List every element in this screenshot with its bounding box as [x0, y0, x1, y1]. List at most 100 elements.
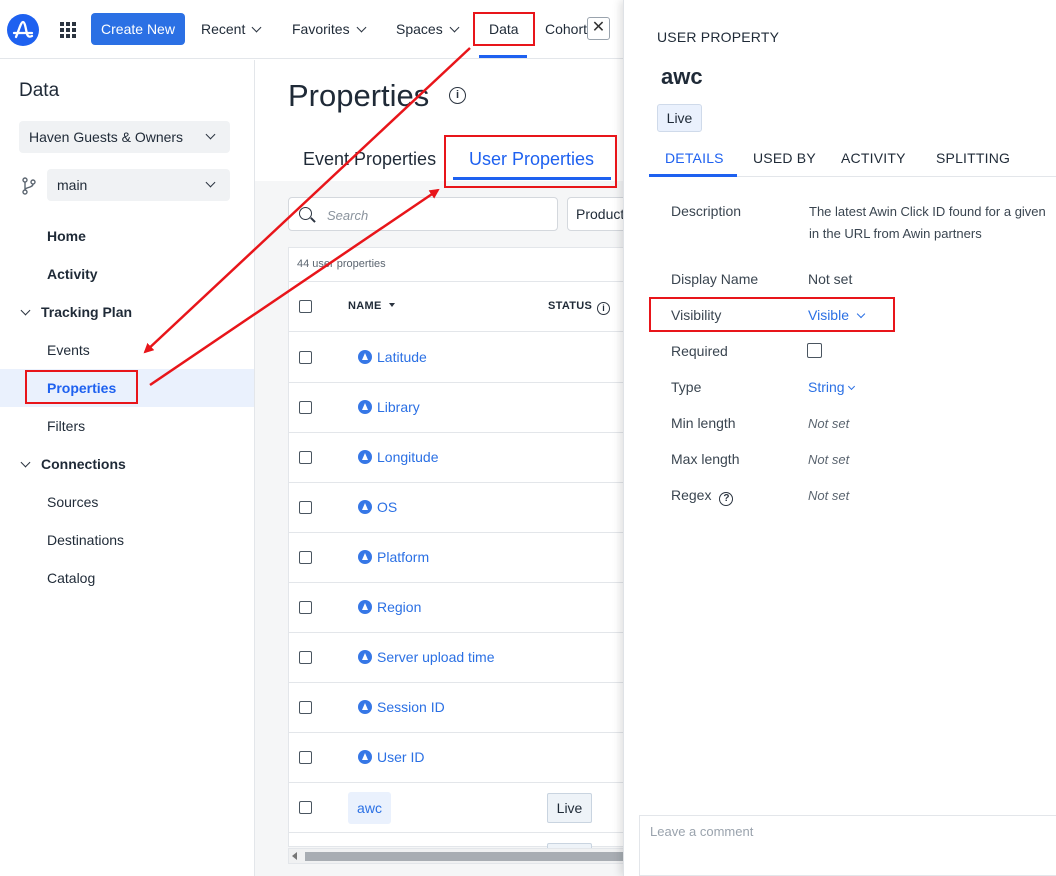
nav-recent[interactable]: Recent [201, 19, 262, 39]
sidebar-group-label: Connections [41, 456, 126, 472]
tab-user-properties[interactable]: User Properties [469, 149, 594, 170]
min-length-label: Min length [671, 415, 736, 431]
nav-data[interactable]: Data [489, 19, 519, 39]
table-row[interactable]: Library [289, 383, 625, 433]
min-length-value[interactable]: Not set [808, 416, 849, 431]
sidebar-active-highlight [0, 369, 254, 407]
property-name-link[interactable]: Latitude [377, 349, 427, 365]
sidebar-item-activity[interactable]: Activity [47, 264, 98, 284]
amplitude-property-icon [358, 600, 372, 614]
status-badge: Live [657, 104, 702, 132]
row-checkbox[interactable] [299, 451, 312, 464]
status-badge: Live [547, 793, 592, 823]
comment-input[interactable] [650, 824, 1040, 864]
row-checkbox[interactable] [299, 501, 312, 514]
row-checkbox[interactable] [299, 751, 312, 764]
table-row[interactable]: OS [289, 483, 625, 533]
tab-details[interactable]: DETAILS [665, 150, 724, 166]
visibility-dropdown[interactable]: Visible [808, 307, 866, 323]
row-checkbox[interactable] [299, 551, 312, 564]
max-length-value[interactable]: Not set [808, 452, 849, 467]
type-dropdown[interactable]: String [808, 379, 855, 395]
nav-favorites[interactable]: Favorites [292, 19, 367, 39]
column-header-name[interactable]: NAME [348, 300, 395, 312]
row-checkbox[interactable] [299, 651, 312, 664]
search-input[interactable] [327, 205, 527, 225]
property-name-link[interactable]: OS [377, 499, 397, 515]
sidebar-group-tracking-plan[interactable]: Tracking Plan [20, 302, 132, 322]
property-name-link[interactable]: Platform [377, 549, 429, 565]
chevron-down-icon [251, 22, 262, 33]
sidebar-item-sources[interactable]: Sources [47, 492, 98, 512]
close-panel-button[interactable]: ✕ [587, 17, 610, 40]
row-checkbox[interactable] [299, 701, 312, 714]
property-name-link[interactable]: Library [377, 399, 420, 415]
horizontal-scrollbar[interactable] [288, 848, 625, 864]
property-name-link[interactable]: Region [377, 599, 421, 615]
info-icon[interactable]: i [597, 302, 611, 315]
branch-icon [22, 177, 36, 195]
table-row[interactable]: Region [289, 583, 625, 633]
table-row[interactable]: User ID [289, 733, 625, 783]
select-all-checkbox[interactable] [299, 300, 312, 313]
property-detail-panel: USER PROPERTY awc Live DETAILS USED BY A… [623, 0, 1056, 876]
sidebar-group-connections[interactable]: Connections [20, 454, 126, 474]
display-name-value[interactable]: Not set [808, 271, 852, 287]
regex-value[interactable]: Not set [808, 488, 849, 503]
column-header-status-label: STATUS [548, 300, 593, 312]
tab-activity[interactable]: ACTIVITY [841, 150, 906, 166]
table-row[interactable]: Platform [289, 533, 625, 583]
column-header-status: STATUS i [548, 300, 611, 315]
sidebar-item-catalog[interactable]: Catalog [47, 568, 95, 588]
amplitude-property-icon [358, 700, 372, 714]
table-row[interactable]: awc Live [289, 783, 625, 833]
apps-grid-icon[interactable] [60, 22, 76, 38]
tab-event-properties[interactable]: Event Properties [303, 149, 436, 170]
amplitude-property-icon [358, 550, 372, 564]
display-name-label: Display Name [671, 271, 759, 287]
tab-active-indicator [649, 174, 737, 177]
table-row[interactable]: Session ID [289, 683, 625, 733]
nav-spaces[interactable]: Spaces [396, 19, 460, 39]
nav-cohorts[interactable]: Cohort [545, 19, 587, 39]
chevron-down-icon [847, 382, 855, 391]
tab-used-by[interactable]: USED BY [753, 150, 816, 166]
row-checkbox[interactable] [299, 351, 312, 364]
description-value[interactable]: The latest Awin Click ID found for a giv… [809, 201, 1056, 245]
tab-splitting[interactable]: SPLITTING [936, 150, 1010, 166]
property-name-chip[interactable]: awc [348, 792, 391, 824]
regex-label-text: Regex [671, 487, 712, 503]
table-row[interactable]: Server upload time [289, 633, 625, 683]
table-row[interactable]: Latitude [289, 333, 625, 383]
type-label: Type [671, 379, 702, 395]
chevron-down-icon [205, 129, 216, 140]
row-checkbox[interactable] [299, 801, 312, 814]
description-label: Description [671, 203, 742, 219]
property-name-link[interactable]: Longitude [377, 449, 439, 465]
project-select[interactable]: Haven Guests & Owners [19, 121, 230, 153]
branch-select[interactable]: main [47, 169, 230, 201]
chevron-down-icon [356, 22, 367, 33]
sidebar-item-events[interactable]: Events [47, 340, 90, 360]
property-name-link[interactable]: Server upload time [377, 649, 495, 665]
row-checkbox[interactable] [299, 601, 312, 614]
branch-select-value: main [57, 177, 88, 193]
chevron-down-icon [856, 309, 866, 319]
scroll-left-arrow-icon[interactable] [292, 852, 297, 860]
sidebar-item-filters[interactable]: Filters [47, 416, 85, 436]
required-checkbox[interactable] [807, 343, 822, 358]
amplitude-logo-icon[interactable] [7, 14, 39, 46]
properties-count: 44 user properties [297, 258, 386, 270]
property-name-link[interactable]: Session ID [377, 699, 445, 715]
help-icon[interactable]: ? [719, 492, 734, 506]
table-row[interactable]: Longitude [289, 433, 625, 483]
info-icon[interactable]: i [449, 87, 466, 104]
row-checkbox[interactable] [299, 401, 312, 414]
property-name-link[interactable]: User ID [377, 749, 424, 765]
sidebar-item-destinations[interactable]: Destinations [47, 530, 124, 550]
sidebar-item-properties[interactable]: Properties [47, 378, 116, 398]
description-line: The latest Awin Click ID found for a giv… [809, 204, 1046, 219]
scrollbar-thumb[interactable] [305, 852, 625, 861]
sidebar-item-home[interactable]: Home [47, 226, 86, 246]
create-new-button[interactable]: Create New [91, 13, 185, 45]
